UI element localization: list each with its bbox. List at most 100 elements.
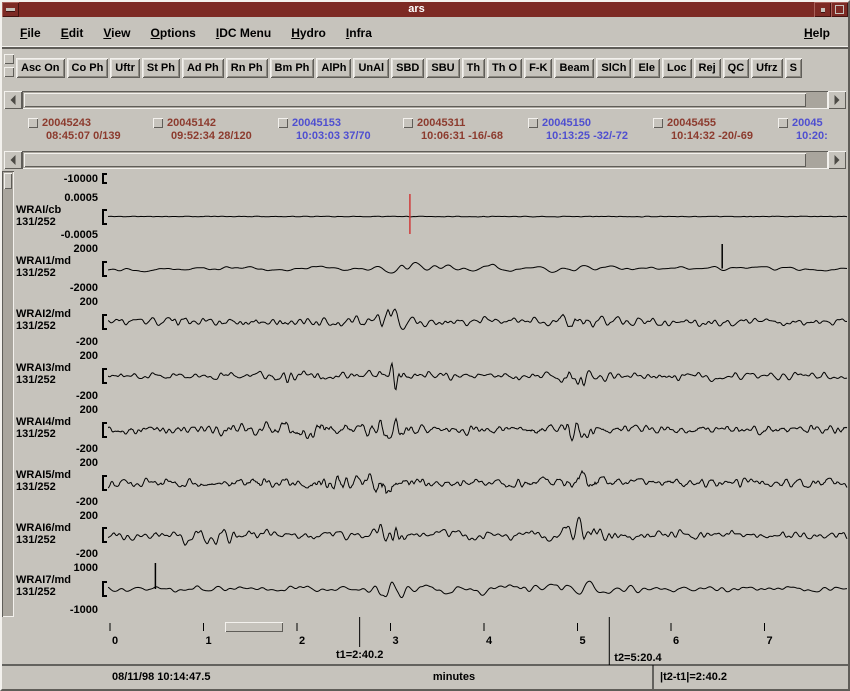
time-scrollbar-thumb[interactable] [225, 622, 283, 632]
channel-count: 131/252 [16, 216, 56, 228]
scroll-right-arrow-icon[interactable] [828, 151, 846, 169]
event-item[interactable]: 20045311 10:06:31 -16/-68 [403, 115, 528, 149]
toolbar-button[interactable]: SlCh [596, 58, 631, 78]
axis-unit-label: minutes [433, 671, 475, 683]
channel-scale-bottom: -200 [76, 336, 98, 348]
menubar: FileEditViewOptionsIDC MenuHydroInfra He… [2, 17, 848, 49]
toolbar-button[interactable]: Th [462, 58, 485, 78]
waveform-trace[interactable] [108, 191, 848, 242]
menu-item[interactable]: Infra [336, 22, 382, 44]
waveform-row[interactable]: 200 WRAI2/md 131/252 -200 [14, 295, 848, 349]
waveform-trace[interactable] [108, 561, 848, 617]
event-checkbox[interactable] [403, 118, 413, 128]
toolbar-button[interactable]: Ufrz [751, 58, 782, 78]
waveform-trace[interactable] [108, 456, 848, 509]
waveform-row[interactable]: 200 WRAI6/md 131/252 -200 [14, 509, 848, 561]
event-item[interactable]: 20045153 10:03:03 37/70 [278, 115, 403, 149]
toolbar-button[interactable]: Th O [487, 58, 522, 78]
t2-label: t2=5:20.4 [614, 652, 662, 664]
channel-count: 131/252 [16, 267, 56, 279]
window-minimize-button[interactable] [814, 2, 831, 17]
waveform-row[interactable]: -10000 [14, 171, 848, 191]
toolbar-button[interactable]: SBU [426, 58, 459, 78]
toolbar-scroll-down-button[interactable] [4, 67, 14, 77]
scroll-left-arrow-icon[interactable] [4, 91, 22, 109]
toolbar-button[interactable]: Uftr [110, 58, 140, 78]
event-item[interactable]: 20045455 10:14:32 -20/-69 [653, 115, 778, 149]
event-checkbox[interactable] [653, 118, 663, 128]
channel-name: WRAI7/md [16, 574, 71, 586]
waveform-row[interactable]: 1000 WRAI7/md 131/252 -1000 [14, 561, 848, 617]
event-checkbox[interactable] [778, 118, 788, 128]
toolbar-button[interactable]: Rn Ph [226, 58, 268, 78]
event-time: 10:20: [796, 130, 848, 142]
toolbar-button[interactable]: Ad Ph [182, 58, 224, 78]
waveform-trace[interactable] [108, 403, 848, 456]
scrollbar-thumb[interactable] [24, 93, 806, 107]
toolbar-button[interactable]: QC [723, 58, 750, 78]
scrollbar-thumb[interactable] [4, 173, 12, 189]
menu-item[interactable]: Hydro [281, 22, 336, 44]
toolbar-button[interactable]: St Ph [142, 58, 180, 78]
waveform-trace[interactable] [108, 295, 848, 349]
scrollbar-trough[interactable] [22, 151, 828, 169]
menu-item[interactable]: IDC Menu [206, 22, 281, 44]
toolbar-button[interactable]: S [785, 58, 802, 78]
titlebar[interactable]: ars [2, 2, 848, 17]
menu-item[interactable]: Options [141, 22, 206, 44]
channel-name: WRAI2/md [16, 308, 71, 320]
event-item[interactable]: 20045142 09:52:34 28/120 [153, 115, 278, 149]
waveform-row[interactable]: 200 WRAI5/md 131/252 -200 [14, 456, 848, 509]
event-time: 08:45:07 0/139 [46, 130, 153, 142]
channel-label: 0.0005 WRAI/cb 131/252 -0.0005 [14, 191, 108, 242]
scroll-right-arrow-icon[interactable] [828, 91, 846, 109]
channel-count: 131/252 [16, 428, 56, 440]
menu-item[interactable]: Edit [51, 22, 94, 44]
menu-item-help[interactable]: Help [794, 22, 840, 44]
menu-item[interactable]: File [10, 22, 51, 44]
toolbar-button[interactable]: UnAl [353, 58, 389, 78]
waveform-trace[interactable] [108, 509, 848, 561]
toolbar-scroll-up-button[interactable] [4, 54, 14, 64]
channel-count: 131/252 [16, 374, 56, 386]
waveform-trace[interactable] [108, 171, 848, 191]
waveform-row[interactable]: 2000 WRAI1/md 131/252 -2000 [14, 242, 848, 295]
waveform-row[interactable]: 200 WRAI3/md 131/252 -200 [14, 349, 848, 403]
toolbar-button[interactable]: Loc [662, 58, 692, 78]
waveform-trace[interactable] [108, 349, 848, 403]
events-hscrollbar[interactable] [2, 149, 848, 171]
waveform-trace[interactable] [108, 242, 848, 295]
scrollbar-trough[interactable] [22, 91, 828, 109]
toolbar-hscrollbar[interactable] [2, 89, 848, 111]
toolbar-gutter [2, 49, 16, 89]
waveform-row[interactable]: 200 WRAI4/md 131/252 -200 [14, 403, 848, 456]
event-item[interactable]: 20045 10:20: [778, 115, 848, 149]
event-item[interactable]: 20045150 10:13:25 -32/-72 [528, 115, 653, 149]
window-menu-button[interactable] [2, 2, 19, 17]
toolbar-button[interactable]: Asc On [16, 58, 65, 78]
event-checkbox[interactable] [28, 118, 38, 128]
toolbar-button[interactable]: AlPh [316, 58, 351, 78]
toolbar-button[interactable]: Rej [694, 58, 721, 78]
scroll-left-arrow-icon[interactable] [4, 151, 22, 169]
menu-items: FileEditViewOptionsIDC MenuHydroInfra [10, 22, 382, 44]
channel-scale-top: 200 [80, 350, 98, 362]
toolbar-button[interactable]: Co Ph [67, 58, 109, 78]
window-title: ars [19, 2, 814, 17]
event-time: 10:03:03 37/70 [296, 130, 403, 142]
toolbar-button[interactable]: Ele [633, 58, 660, 78]
amplitude-scale-bracket [102, 368, 107, 384]
event-checkbox[interactable] [153, 118, 163, 128]
event-checkbox[interactable] [528, 118, 538, 128]
scrollbar-thumb[interactable] [24, 153, 806, 167]
event-item[interactable]: 20045243 08:45:07 0/139 [28, 115, 153, 149]
toolbar-button[interactable]: Beam [554, 58, 594, 78]
waveform-vscrollbar[interactable] [2, 171, 14, 617]
toolbar-button[interactable]: Bm Ph [270, 58, 315, 78]
toolbar-button[interactable]: SBD [391, 58, 424, 78]
waveform-row[interactable]: 0.0005 WRAI/cb 131/252 -0.0005 [14, 191, 848, 242]
menu-item[interactable]: View [93, 22, 140, 44]
window-maximize-button[interactable] [831, 2, 848, 17]
toolbar-button[interactable]: F-K [524, 58, 552, 78]
event-checkbox[interactable] [278, 118, 288, 128]
